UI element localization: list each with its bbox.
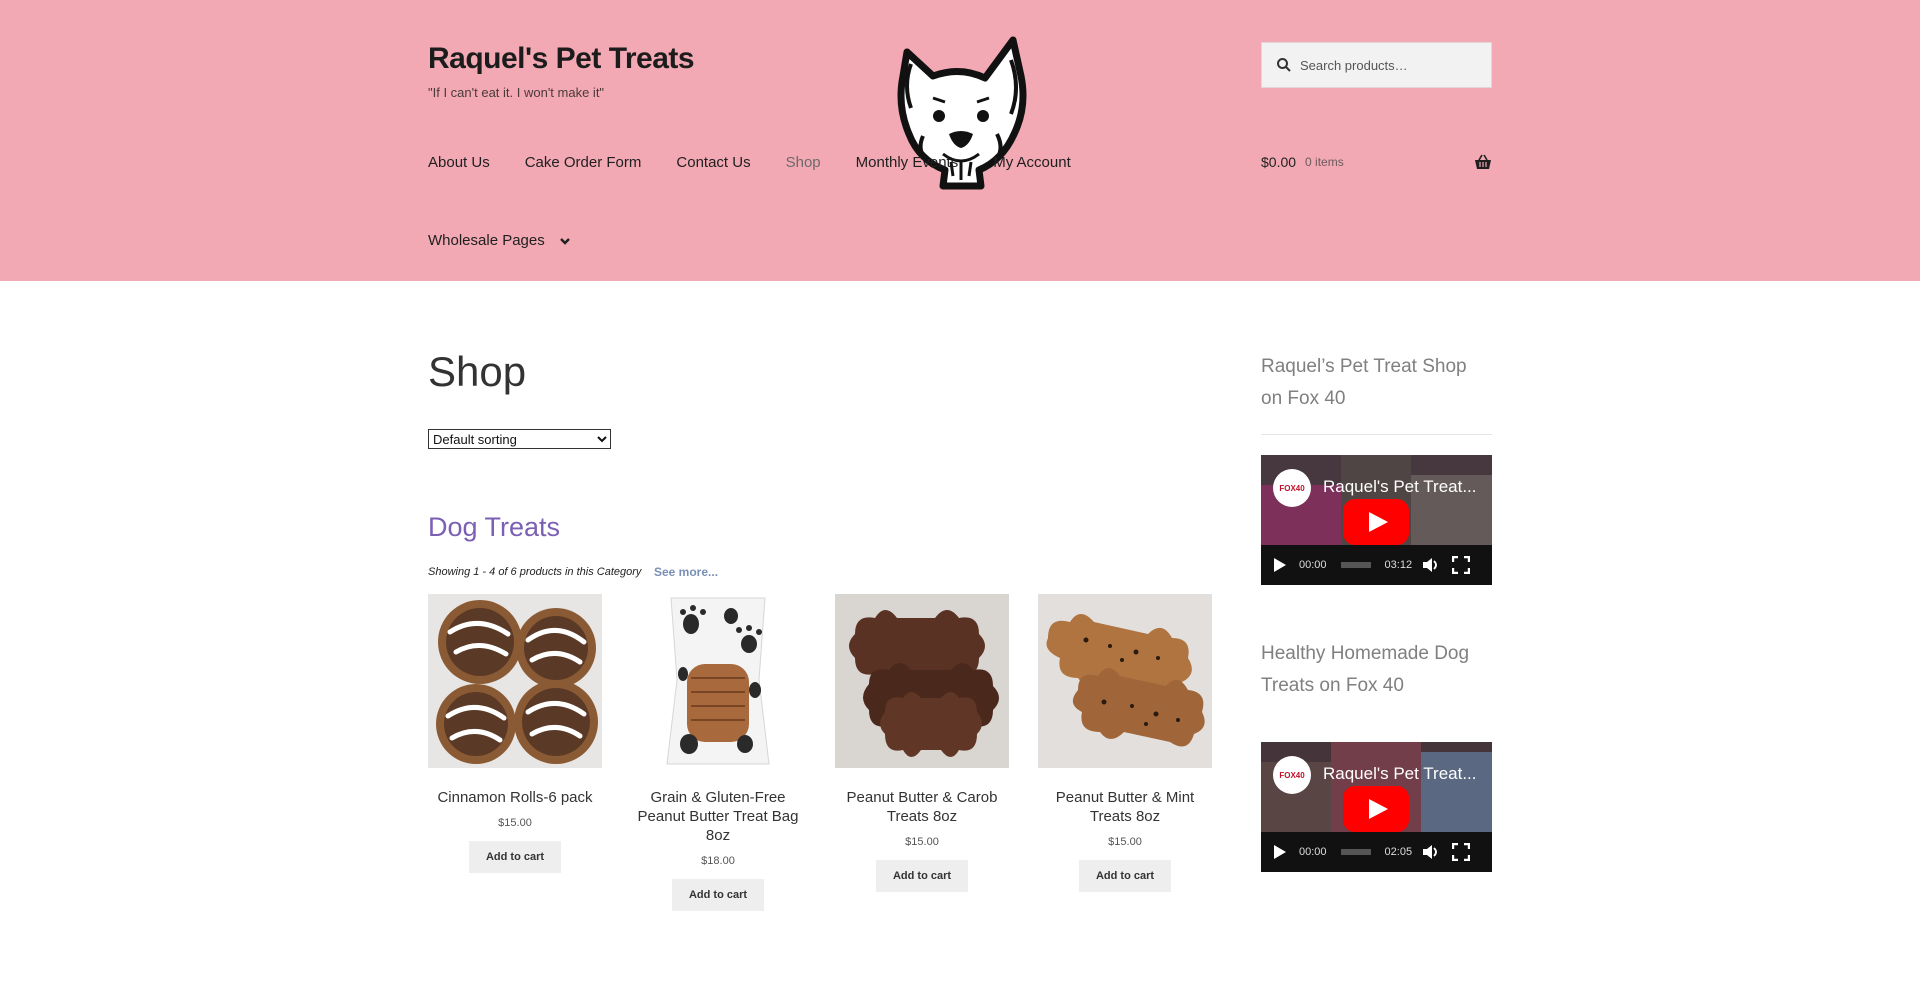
fullscreen-icon[interactable]: [1452, 556, 1471, 574]
video-title[interactable]: Raquel's Pet Treat...: [1323, 764, 1483, 784]
product-card: Peanut Butter & Carob Treats 8oz $15.00 …: [835, 594, 1009, 892]
video-time-total: 02:05: [1384, 846, 1413, 858]
youtube-play-icon[interactable]: [1343, 499, 1409, 545]
see-more-link[interactable]: See more...: [654, 565, 718, 579]
search-icon: [1277, 58, 1291, 72]
video-title[interactable]: Raquel's Pet Treat...: [1323, 477, 1483, 497]
site-tagline: "If I can't eat it. I won't make it": [428, 85, 605, 100]
channel-logo-text: FOX40: [1279, 770, 1305, 780]
site-title[interactable]: Raquel's Pet Treats: [428, 42, 695, 76]
video-progress-bar[interactable]: [1340, 849, 1371, 855]
widget-title: Raquel’s Pet Treat Shop on Fox 40: [1261, 356, 1467, 409]
site-header: Raquel's Pet Treats "If I can't eat it. …: [0, 0, 1920, 281]
video-time-current: 00:00: [1299, 559, 1327, 571]
product-name[interactable]: Cinnamon Rolls-6 pack: [428, 788, 602, 807]
sort-select[interactable]: Default sorting: [428, 429, 611, 449]
product-price: $15.00: [1108, 836, 1142, 848]
nav-monthly-events[interactable]: Monthly Events: [856, 154, 959, 171]
category-title[interactable]: Dog Treats: [428, 512, 560, 543]
product-price: $15.00: [905, 836, 939, 848]
channel-logo[interactable]: FOX40: [1273, 469, 1311, 507]
add-to-cart-button[interactable]: Add to cart: [875, 860, 969, 892]
video-time-current: 00:00: [1299, 846, 1327, 858]
nav-contact-us[interactable]: Contact Us: [676, 154, 750, 171]
channel-logo[interactable]: FOX40: [1273, 756, 1311, 794]
product-image[interactable]: [631, 594, 805, 768]
widget-title: Healthy Homemade Dog Treats on Fox 40: [1261, 643, 1470, 696]
header-cart[interactable]: $0.00 0 items: [1261, 154, 1492, 170]
nav-wholesale-pages[interactable]: Wholesale Pages: [428, 232, 545, 249]
nav-shop[interactable]: Shop: [786, 154, 821, 171]
product-image[interactable]: [1038, 594, 1212, 768]
channel-logo-text: FOX40: [1279, 483, 1305, 493]
play-icon[interactable]: [1273, 557, 1287, 573]
product-price: $18.00: [701, 855, 735, 867]
chevron-down-icon[interactable]: [559, 235, 571, 247]
video-player[interactable]: FOX40 Raquel's Pet Treat... 00:00 02:05: [1261, 742, 1492, 872]
nav-wholesale[interactable]: Wholesale Pages: [428, 232, 571, 249]
product-card: Grain & Gluten-Free Peanut Butter Treat …: [631, 594, 805, 911]
product-price: $15.00: [498, 817, 532, 829]
widget-divider: [1261, 434, 1492, 435]
volume-icon[interactable]: [1422, 844, 1440, 860]
add-to-cart-button[interactable]: Add to cart: [671, 879, 765, 911]
nav-about-us[interactable]: About Us: [428, 154, 490, 171]
video-controls: 00:00 02:05: [1261, 832, 1492, 872]
product-search[interactable]: [1261, 42, 1492, 88]
product-image[interactable]: [835, 594, 1009, 768]
primary-nav: About Us Cake Order Form Contact Us Shop…: [428, 154, 1106, 171]
video-player[interactable]: FOX40 Raquel's Pet Treat... 00:00 03:12: [1261, 455, 1492, 585]
youtube-play-icon[interactable]: [1343, 786, 1409, 832]
basket-icon[interactable]: [1474, 154, 1492, 170]
product-card: Cinnamon Rolls-6 pack $15.00 Add to cart: [428, 594, 602, 873]
nav-my-account[interactable]: My Account: [993, 154, 1071, 171]
cart-count[interactable]: 0 items: [1305, 155, 1344, 169]
volume-icon[interactable]: [1422, 557, 1440, 573]
fullscreen-icon[interactable]: [1452, 843, 1471, 861]
product-name[interactable]: Peanut Butter & Carob Treats 8oz: [835, 788, 1009, 826]
play-icon[interactable]: [1273, 844, 1287, 860]
product-name[interactable]: Peanut Butter & Mint Treats 8oz: [1038, 788, 1212, 826]
search-input[interactable]: [1300, 57, 1480, 73]
showing-count: Showing 1 - 4 of 6 products in this Cate…: [428, 566, 642, 578]
page-title: Shop: [428, 348, 527, 395]
add-to-cart-button[interactable]: Add to cart: [468, 841, 562, 873]
product-image[interactable]: [428, 594, 602, 768]
nav-cake-order-form[interactable]: Cake Order Form: [525, 154, 642, 171]
product-name[interactable]: Grain & Gluten-Free Peanut Butter Treat …: [631, 788, 805, 845]
product-card: Peanut Butter & Mint Treats 8oz $15.00 A…: [1038, 594, 1212, 892]
video-controls: 00:00 03:12: [1261, 545, 1492, 585]
cart-amount[interactable]: $0.00: [1261, 154, 1296, 170]
video-progress-bar[interactable]: [1340, 562, 1371, 568]
add-to-cart-button[interactable]: Add to cart: [1078, 860, 1172, 892]
video-time-total: 03:12: [1384, 559, 1413, 571]
